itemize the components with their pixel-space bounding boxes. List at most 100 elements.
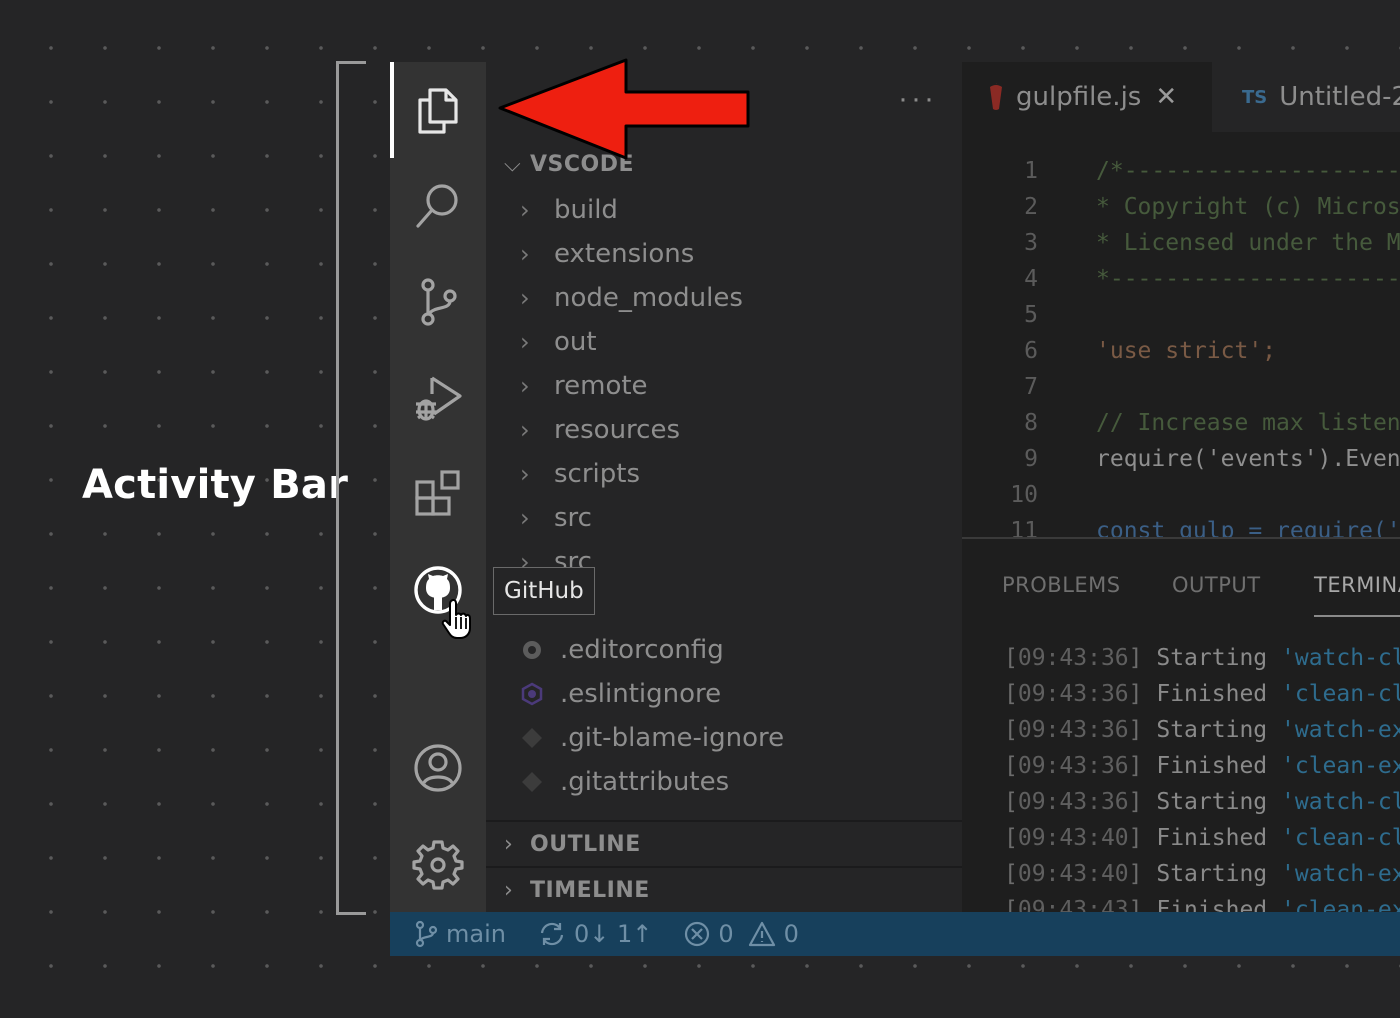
extensions-icon xyxy=(415,470,460,516)
git-icon xyxy=(522,728,542,748)
branch-indicator[interactable]: main xyxy=(414,920,506,948)
line-number: 5 xyxy=(1024,302,1038,328)
settings-gear-icon xyxy=(412,840,464,890)
line-number: 10 xyxy=(1010,482,1038,508)
line-number: 1 xyxy=(1024,158,1038,184)
run-debug-icon xyxy=(416,376,462,421)
tab-untitled[interactable]: TS Untitled-2 xyxy=(1214,62,1400,132)
close-icon[interactable]: ✕ xyxy=(1155,82,1177,112)
tree-file[interactable]: .eslintignore xyxy=(520,672,721,716)
terminal-line: [09:43:36] Starting 'watch-client' xyxy=(1004,645,1400,671)
chevron-right-icon: › xyxy=(520,328,530,356)
tree-file[interactable]: .git-blame-ignore xyxy=(520,716,784,760)
chevron-right-icon: › xyxy=(504,878,514,903)
search-icon xyxy=(416,184,458,228)
line-number: 6 xyxy=(1024,338,1038,364)
sync-indicator[interactable]: 0↓ 1↑ xyxy=(538,920,652,948)
terminal-line: [09:43:40] Finished 'clean-client' xyxy=(1004,825,1400,851)
tree-folder[interactable]: › node_modules xyxy=(520,276,743,320)
code-text: 'use strict'; xyxy=(1096,338,1277,364)
chevron-right-icon: › xyxy=(520,284,530,312)
active-tab-indicator xyxy=(1314,615,1400,617)
typescript-icon: TS xyxy=(1242,86,1268,108)
status-bar: main 0↓ 1↑ 0 0 xyxy=(390,912,1400,956)
code-line[interactable]: 1 /*------------------------------ xyxy=(962,158,1400,194)
code-text: * Copyright (c) Microsoft xyxy=(1096,194,1400,220)
tree-folder[interactable]: › out xyxy=(520,320,597,364)
activity-search[interactable] xyxy=(390,158,486,254)
terminal-line: [09:43:36] Finished 'clean-extensions' xyxy=(1004,753,1400,779)
code-line[interactable]: 9 require('events').EventEmitter xyxy=(962,446,1400,482)
chevron-right-icon: › xyxy=(520,460,530,488)
tree-folder[interactable]: › extensions xyxy=(520,232,694,276)
code-text: *----------------------------- xyxy=(1096,266,1400,292)
activity-run-debug[interactable] xyxy=(390,350,486,446)
panel-tab-problems[interactable]: PROBLEMS xyxy=(1002,573,1121,597)
tree-folder[interactable]: › remote xyxy=(520,364,648,408)
problems-indicator[interactable]: 0 0 xyxy=(684,920,799,948)
sync-icon xyxy=(540,922,564,946)
activity-bar xyxy=(390,62,486,912)
eslint-icon xyxy=(521,682,543,706)
gulp-icon xyxy=(990,83,1002,110)
code-line[interactable]: 4 *----------------------------- xyxy=(962,266,1400,302)
error-icon xyxy=(685,921,710,947)
code-line[interactable]: 6 'use strict'; xyxy=(962,338,1400,374)
source-control-icon xyxy=(421,278,457,326)
line-number: 7 xyxy=(1024,374,1038,400)
activity-bar-callout-label: Activity Bar xyxy=(82,462,349,508)
bottom-panel: PROBLEMS OUTPUT TERMINAL [09:43:36] Star… xyxy=(962,537,1400,923)
terminal-line: [09:43:36] Starting 'watch-client' xyxy=(1004,789,1400,815)
tree-file[interactable]: .gitattributes xyxy=(520,760,729,804)
warning-icon xyxy=(748,921,775,947)
hand-pointer-cursor-icon xyxy=(441,598,471,639)
git-branch-icon xyxy=(415,920,438,948)
chevron-right-icon: › xyxy=(520,372,530,400)
code-text: // Increase max listeners xyxy=(1096,410,1400,436)
editor-area: gulpfile.js ✕ TS Untitled-2 1 /*---------… xyxy=(962,62,1400,544)
more-actions-icon[interactable]: ··· xyxy=(898,82,937,116)
git-icon xyxy=(522,772,542,792)
line-number: 3 xyxy=(1024,230,1038,256)
chevron-right-icon: › xyxy=(520,416,530,444)
code-line[interactable]: 8 // Increase max listeners xyxy=(962,410,1400,446)
gear-icon xyxy=(523,641,541,659)
sidebar-divider xyxy=(486,866,962,868)
code-line[interactable]: 3 * Licensed under the MIT xyxy=(962,230,1400,266)
chevron-right-icon: › xyxy=(504,832,514,857)
tree-file[interactable]: .editorconfig xyxy=(520,628,724,672)
line-number: 2 xyxy=(1024,194,1038,220)
panel-tab-output[interactable]: OUTPUT xyxy=(1172,573,1261,597)
code-line[interactable]: 2 * Copyright (c) Microsoft xyxy=(962,194,1400,230)
code-text: * Licensed under the MIT xyxy=(1096,230,1400,256)
activity-manage[interactable] xyxy=(390,816,486,912)
tree-folder[interactable]: › src xyxy=(520,496,592,540)
editor-tabs: gulpfile.js ✕ TS Untitled-2 xyxy=(962,62,1400,132)
activity-source-control[interactable] xyxy=(390,254,486,350)
terminal-line: [09:43:40] Starting 'watch-extensions' xyxy=(1004,861,1400,887)
github-tooltip: GitHub xyxy=(493,567,595,615)
code-line[interactable]: 7 xyxy=(962,374,1400,410)
activity-accounts[interactable] xyxy=(390,720,486,816)
activity-explorer[interactable] xyxy=(390,62,486,158)
line-number: 9 xyxy=(1024,446,1038,472)
activity-extensions[interactable] xyxy=(390,446,486,542)
chevron-right-icon: › xyxy=(520,196,530,224)
terminal-line: [09:43:36] Finished 'clean-client' xyxy=(1004,681,1400,707)
terminal-line: [09:43:36] Starting 'watch-extensions' xyxy=(1004,717,1400,743)
outline-section-header[interactable]: › OUTLINE xyxy=(504,832,641,857)
code-line[interactable]: 10 xyxy=(962,482,1400,518)
explorer-icon xyxy=(418,88,458,134)
code-line[interactable]: 5 xyxy=(962,302,1400,338)
panel-tab-terminal[interactable]: TERMINAL xyxy=(1314,573,1400,597)
vscode-window: ··· ⌵ VSCODE › build › extensions › node_modul… xyxy=(390,62,1400,956)
tab-gulpfile[interactable]: gulpfile.js ✕ xyxy=(962,62,1212,132)
tree-folder[interactable]: › scripts xyxy=(520,452,640,496)
tree-folder[interactable]: › build xyxy=(520,188,618,232)
tree-folder[interactable]: › resources xyxy=(520,408,680,452)
timeline-section-header[interactable]: › TIMELINE xyxy=(504,878,650,903)
red-arrow-icon xyxy=(498,58,750,160)
explorer-sidebar: ··· ⌵ VSCODE › build › extensions › node_modul… xyxy=(486,62,962,912)
line-number: 4 xyxy=(1024,266,1038,292)
callout-bracket xyxy=(336,61,366,915)
